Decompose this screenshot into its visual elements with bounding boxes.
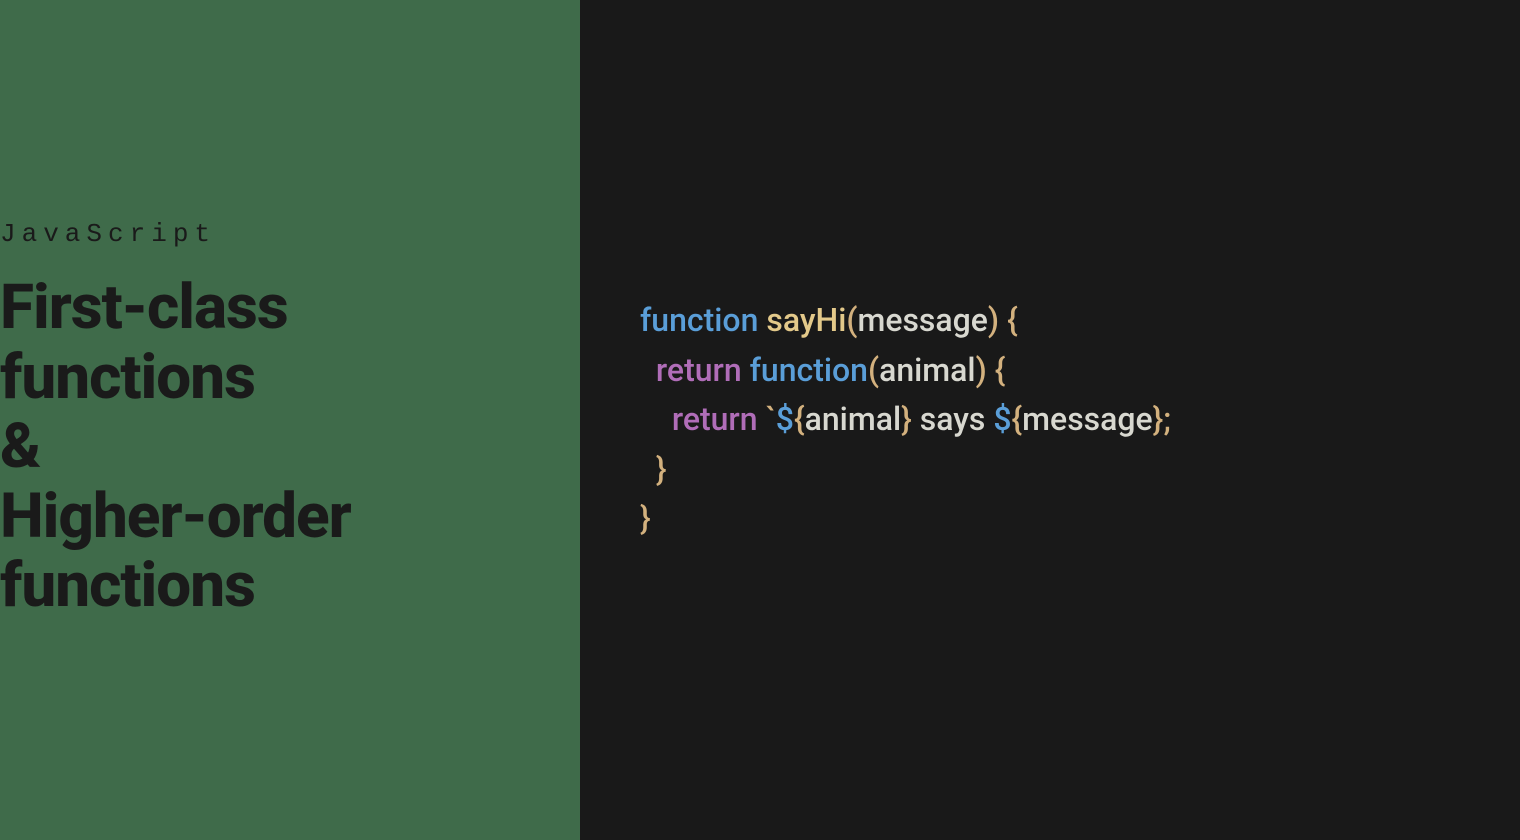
brace-open: { [1007, 301, 1018, 339]
template-brace-open: { [1012, 400, 1023, 438]
template-brace-close: } [1153, 400, 1164, 438]
semicolon: ; [1163, 400, 1171, 438]
backtick: ` [766, 400, 776, 438]
paren-close: ) [976, 351, 987, 389]
code-panel: function sayHi(message) { return functio… [580, 0, 1520, 840]
title-line: First-class [0, 271, 288, 344]
title-panel: JavaScript First-class functions & Highe… [0, 0, 580, 840]
title-line: & [0, 410, 40, 483]
brace-close: } [656, 450, 667, 488]
main-title: First-class functions & Higher-order fun… [0, 273, 580, 620]
string-text: says [912, 400, 994, 438]
code-line-5: } [640, 499, 651, 537]
code-block: function sayHi(message) { return functio… [640, 296, 1480, 544]
paren-open: ( [846, 301, 857, 339]
eyebrow-text: JavaScript [0, 219, 580, 249]
keyword-function: function [640, 301, 758, 339]
paren-open: ( [868, 351, 879, 389]
parameter: animal [879, 351, 976, 389]
template-brace-open: { [794, 400, 805, 438]
variable: animal [805, 400, 902, 438]
variable: message [1022, 400, 1152, 438]
template-dollar: $ [776, 400, 794, 438]
code-line-2: return function(animal) { [640, 351, 1005, 389]
brace-open: { [995, 351, 1006, 389]
function-name: sayHi [766, 301, 846, 339]
title-line: functions [0, 341, 255, 414]
brace-close: } [640, 499, 651, 537]
keyword-return: return [656, 351, 742, 389]
parameter: message [857, 301, 987, 339]
code-line-4: } [640, 450, 667, 488]
keyword-function: function [750, 351, 868, 389]
code-line-3: return `${animal} says ${message}; [640, 400, 1171, 438]
code-line-1: function sayHi(message) { [640, 301, 1018, 339]
title-line: functions [0, 549, 255, 622]
title-line: Higher-order [0, 480, 351, 553]
template-brace-close: } [901, 400, 912, 438]
template-dollar: $ [993, 400, 1011, 438]
paren-close: ) [988, 301, 999, 339]
keyword-return: return [672, 400, 758, 438]
